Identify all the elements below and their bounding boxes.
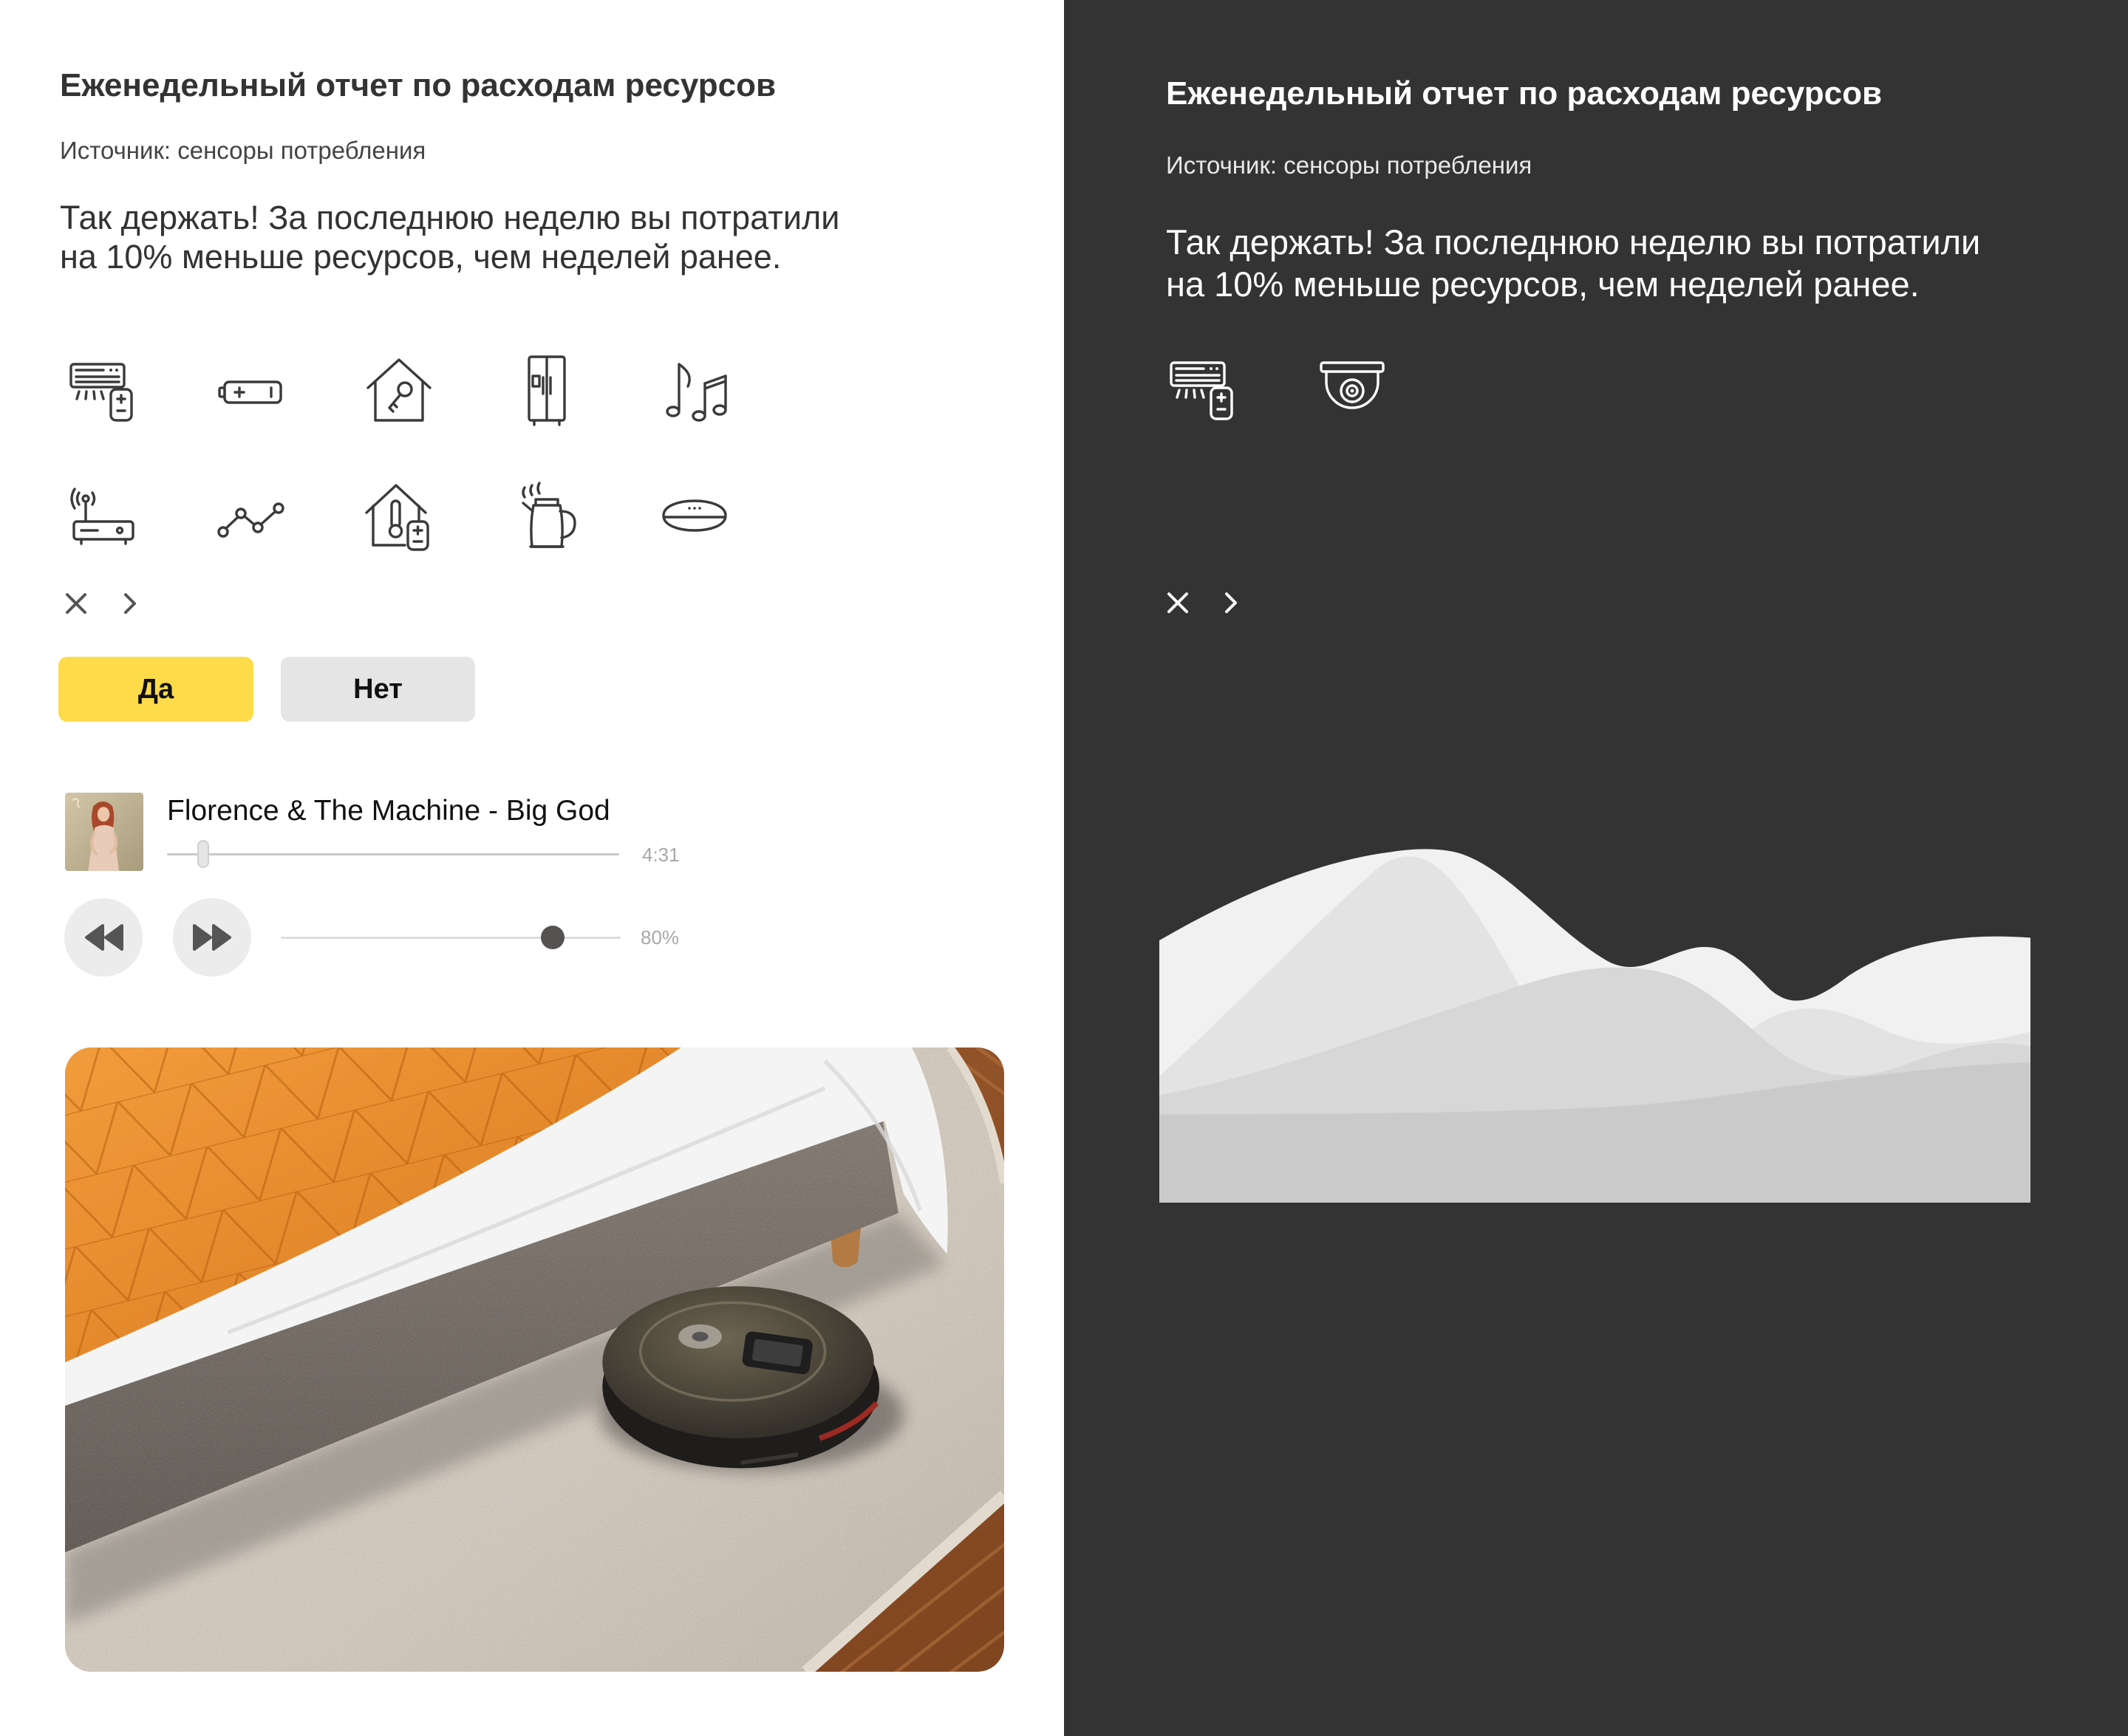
volume-slider[interactable] [281,926,621,949]
track-duration: 4:31 [642,844,680,866]
progress-thumb[interactable] [197,840,209,868]
kettle-icon[interactable] [510,479,584,553]
line-graph-icon[interactable] [214,479,288,553]
security-camera-icon[interactable] [1315,352,1389,426]
yes-button[interactable]: Да [58,657,253,722]
close-icon[interactable] [65,592,87,615]
report-message-line: Так держать! За последнюю неделю вы потр… [1166,222,1981,262]
chevron-right-icon[interactable] [123,592,137,615]
music-notes-icon[interactable] [658,354,732,428]
router-icon[interactable] [66,479,140,553]
house-thermometer-remote-icon[interactable] [362,479,436,553]
report-title: Еженедельный отчет по расходам ресурсов [1166,75,1883,112]
dark-theme-panel: Еженедельный отчет по расходам ресурсов … [1064,0,2128,1736]
close-icon[interactable] [1167,592,1189,614]
battery-icon[interactable] [214,354,288,428]
wave-graphic [1159,848,2030,1203]
volume-label: 80% [641,926,680,949]
chevron-right-icon[interactable] [1224,591,1238,615]
report-source: Источник: сенсоры потребления [1166,151,1532,179]
fast-forward-button[interactable] [173,898,251,977]
report-source: Источник: сенсоры потребления [60,137,426,164]
smart-speaker-icon[interactable] [658,479,732,553]
device-icon-grid [66,354,732,553]
robot-vacuum-photo [65,1048,1004,1672]
light-theme-panel: Еженедельный отчет по расходам ресурсов … [0,0,1064,1736]
progress-slider[interactable] [167,840,619,868]
air-conditioner-remote-icon[interactable] [1167,352,1241,426]
album-cover [65,793,143,871]
report-message-line: на 10% меньше ресурсов, чем неделей ране… [60,238,782,276]
track-title: Florence & The Machine - Big God [167,795,610,827]
no-button[interactable]: Нет [281,657,475,722]
device-icon-grid [1167,352,1389,426]
report-message-line: Так держать! За последнюю неделю вы потр… [60,199,840,236]
volume-knob[interactable] [541,926,565,949]
report-message-line: на 10% меньше ресурсов, чем неделей ране… [1166,264,1920,304]
report-title: Еженедельный отчет по расходам ресурсов [60,67,777,103]
report-message: Так держать! За последнюю неделю вы потр… [1166,221,1980,305]
report-message: Так держать! За последнюю неделю вы потр… [60,198,839,276]
rewind-icon [84,924,123,951]
house-key-icon[interactable] [362,354,436,428]
refrigerator-icon[interactable] [510,354,584,428]
fast-forward-icon [192,924,231,951]
rewind-button[interactable] [64,898,143,977]
air-conditioner-remote-icon[interactable] [66,354,140,428]
